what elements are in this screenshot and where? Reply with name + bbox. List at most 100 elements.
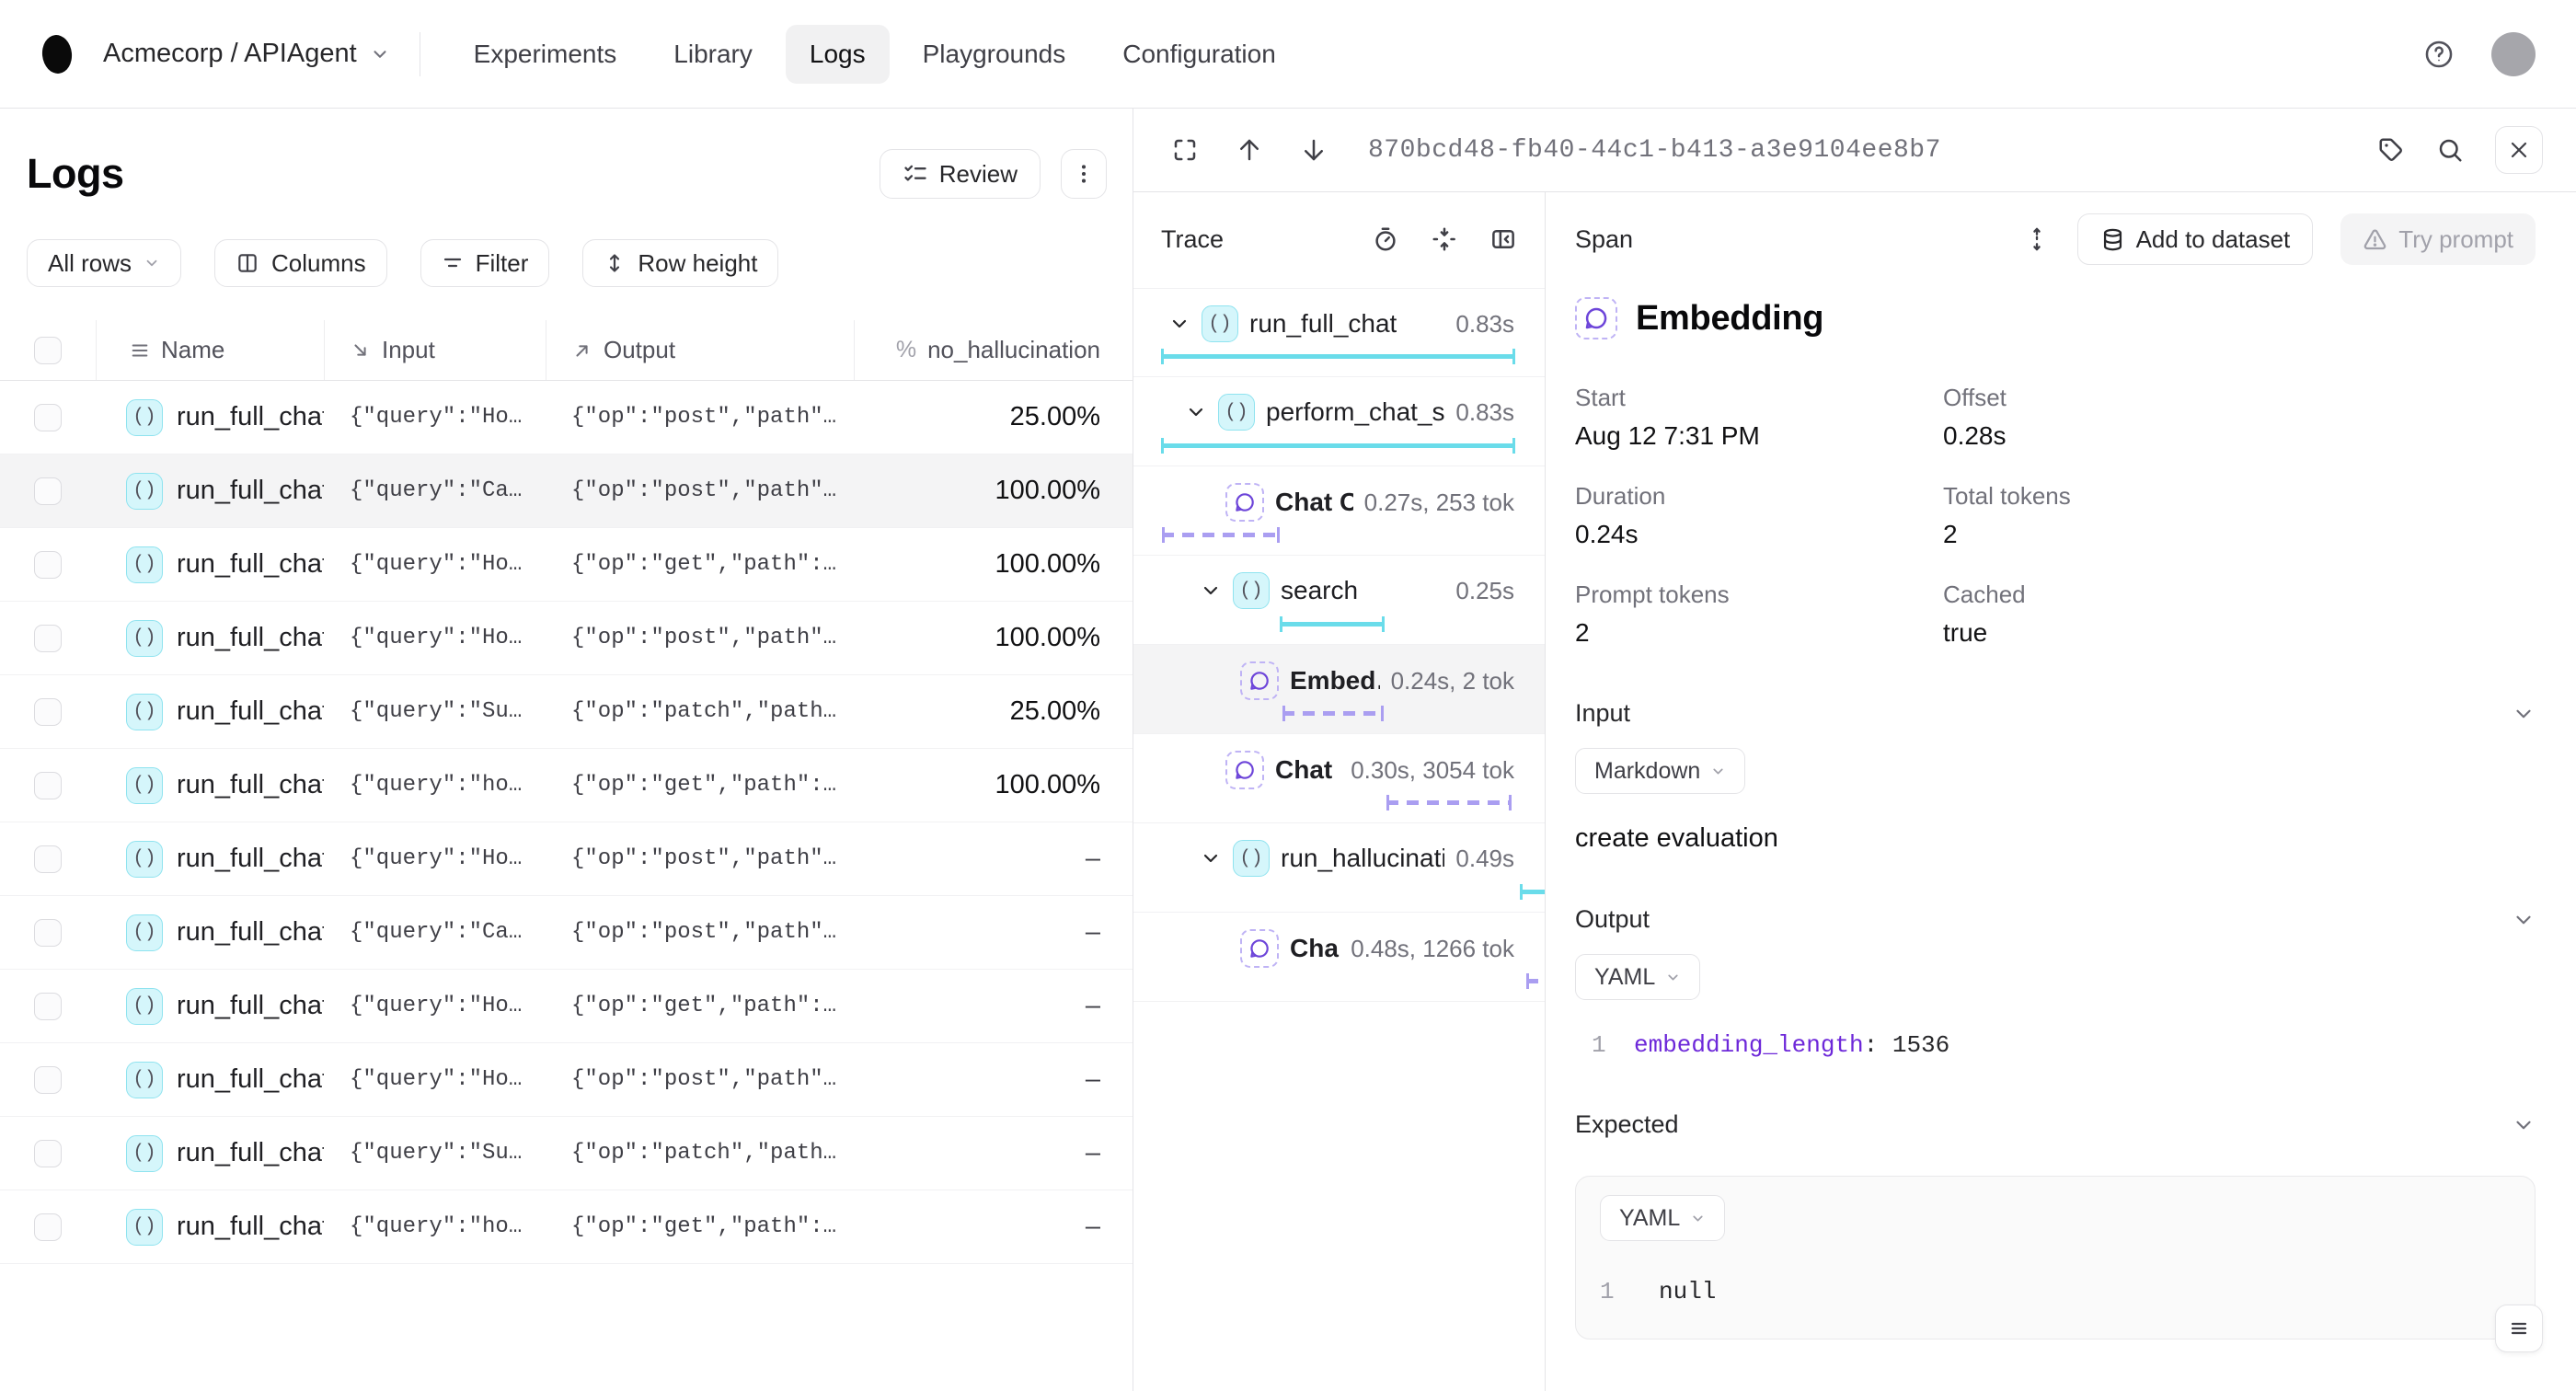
next-row-button[interactable] — [1300, 136, 1328, 164]
table-row[interactable]: ()run_full_chat{"query":"Su…{"op":"patch… — [0, 675, 1133, 749]
tab-playgrounds[interactable]: Playgrounds — [899, 25, 1090, 84]
collapse-spans-button[interactable] — [1431, 225, 1458, 253]
row-checkbox[interactable] — [34, 1066, 62, 1094]
row-name: run_full_chat — [177, 623, 324, 653]
search-button[interactable] — [2436, 136, 2464, 164]
input-content: create evaluation — [1575, 823, 2536, 854]
table-row[interactable]: ()run_full_chat{"query":"Ca…{"op":"post"… — [0, 896, 1133, 970]
row-checkbox[interactable] — [34, 919, 62, 947]
section-title: Expected — [1575, 1110, 1679, 1139]
function-span-icon: () — [126, 914, 163, 951]
chevron-down-icon[interactable] — [1200, 847, 1222, 869]
tab-library[interactable]: Library — [650, 25, 776, 84]
select-all-checkbox[interactable] — [34, 337, 62, 364]
chevron-down-icon[interactable] — [1168, 313, 1190, 335]
format-label: Markdown — [1594, 758, 1700, 785]
row-checkbox[interactable] — [34, 477, 62, 505]
project-selector[interactable]: Acmecorp / APIAgent — [103, 39, 390, 69]
row-checkbox[interactable] — [34, 698, 62, 726]
table-row[interactable]: ()run_full_chat{"query":"Ho…{"op":"post"… — [0, 1043, 1133, 1117]
trace-span-row[interactable]: Cha… 0.48s, 1266 tok — [1133, 913, 1545, 1002]
table-row[interactable]: ()run_full_chat{"query":"Ho…{"op":"post"… — [0, 822, 1133, 896]
more-options-button[interactable] — [1061, 149, 1107, 199]
row-checkbox[interactable] — [34, 625, 62, 652]
row-checkbox[interactable] — [34, 993, 62, 1020]
row-checkbox[interactable] — [34, 845, 62, 873]
span-label: Chat … — [1275, 755, 1340, 785]
trace-span-row[interactable]: () run_full_chat 0.83s — [1133, 288, 1545, 377]
try-prompt-button[interactable]: Try prompt — [2340, 213, 2536, 265]
column-header-output[interactable]: Output — [546, 320, 854, 380]
trace-span-row[interactable]: () search 0.25s — [1133, 556, 1545, 645]
row-name: run_full_chat — [177, 917, 324, 948]
expected-format-dropdown[interactable]: YAML — [1600, 1195, 1725, 1241]
table-row[interactable]: ()run_full_chat{"query":"Ho…{"op":"get",… — [0, 970, 1133, 1043]
row-checkbox[interactable] — [34, 772, 62, 799]
row-height-button[interactable]: Row height — [582, 239, 778, 287]
span-timeline-bar — [1282, 706, 1384, 721]
trace-span-row[interactable]: () run_hallucinati… 0.49s — [1133, 823, 1545, 913]
table-row[interactable]: ()run_full_chat{"query":"ho…{"op":"get",… — [0, 1190, 1133, 1264]
table-row[interactable]: ()run_full_chat{"query":"Su…{"op":"patch… — [0, 1117, 1133, 1190]
row-checkbox[interactable] — [34, 551, 62, 579]
chevron-down-icon — [1665, 970, 1681, 985]
function-span-icon: () — [126, 694, 163, 730]
span-label: search — [1281, 576, 1358, 605]
add-to-dataset-button[interactable]: Add to dataset — [2077, 213, 2314, 265]
input-format-dropdown[interactable]: Markdown — [1575, 748, 1745, 794]
function-span-icon: () — [126, 841, 163, 878]
span-label: run_hallucinati… — [1281, 844, 1444, 873]
help-button[interactable] — [2423, 39, 2455, 70]
trace-span-row-selected[interactable]: Embed… 0.24s, 2 tok — [1133, 645, 1545, 734]
row-checkbox[interactable] — [34, 1140, 62, 1167]
row-checkbox[interactable] — [34, 404, 62, 431]
collapse-panel-button[interactable] — [1489, 225, 1517, 253]
review-button[interactable]: Review — [880, 149, 1041, 199]
resize-panel-button[interactable] — [2024, 226, 2050, 252]
chevron-down-icon[interactable] — [1185, 401, 1207, 423]
table-row[interactable]: ()run_full_chat{"query":"Ho…{"op":"post"… — [0, 602, 1133, 675]
row-input: {"query":"Ho… — [324, 626, 546, 650]
output-section-header[interactable]: Output — [1575, 905, 2536, 934]
rows-filter-dropdown[interactable]: All rows — [27, 239, 181, 287]
output-format-dropdown[interactable]: YAML — [1575, 954, 1700, 1000]
column-header-name[interactable]: Name — [96, 320, 324, 380]
tab-logs[interactable]: Logs — [786, 25, 890, 84]
trace-span-row[interactable]: () perform_chat_st… 0.83s — [1133, 377, 1545, 466]
timing-toggle-button[interactable] — [1372, 225, 1399, 253]
logs-panel: Logs Review — [0, 109, 1133, 1391]
expected-section-header[interactable]: Expected — [1575, 1110, 2536, 1139]
avatar[interactable] — [2491, 32, 2536, 76]
table-row[interactable]: ()run_full_chat{"query":"ho…{"op":"get",… — [0, 749, 1133, 822]
tab-configuration[interactable]: Configuration — [1098, 25, 1300, 84]
trace-span-row[interactable]: Chat C… 0.27s, 253 tok — [1133, 466, 1545, 556]
span-label: Embed… — [1290, 666, 1380, 696]
column-header-no-hallucination[interactable]: % no_hallucination — [854, 320, 1133, 380]
close-panel-button[interactable] — [2495, 126, 2543, 174]
row-checkbox[interactable] — [34, 1213, 62, 1241]
filter-button[interactable]: Filter — [420, 239, 550, 287]
table-row[interactable]: ()run_full_chat{"query":"Ca…{"op":"post"… — [0, 454, 1133, 528]
tab-experiments[interactable]: Experiments — [450, 25, 641, 84]
table-row[interactable]: ()run_full_chat{"query":"Ho…{"op":"post"… — [0, 381, 1133, 454]
review-label: Review — [939, 160, 1018, 189]
table-row[interactable]: ()run_full_chat{"query":"Ho…{"op":"get",… — [0, 528, 1133, 602]
trace-span-row[interactable]: Chat … 0.30s, 3054 tok — [1133, 734, 1545, 823]
warning-triangle-icon — [2363, 227, 2387, 252]
expand-trace-button[interactable] — [1171, 136, 1199, 164]
span-name: Embedding — [1636, 299, 1823, 339]
input-section-header[interactable]: Input — [1575, 699, 2536, 728]
column-header-input[interactable]: Input — [324, 320, 546, 380]
row-output: {"op":"patch","path… — [546, 1141, 854, 1166]
chevron-down-icon[interactable] — [1200, 580, 1222, 602]
function-span-icon: () — [126, 988, 163, 1025]
help-icon — [2423, 39, 2455, 70]
function-span-icon: () — [126, 546, 163, 583]
tag-button[interactable] — [2377, 136, 2405, 164]
columns-button[interactable]: Columns — [214, 239, 387, 287]
outline-menu-button[interactable] — [2495, 1305, 2543, 1352]
span-timeline-bar — [1386, 795, 1512, 810]
row-input: {"query":"Ho… — [324, 846, 546, 871]
previous-row-button[interactable] — [1236, 136, 1263, 164]
kebab-menu-icon — [1072, 162, 1096, 186]
